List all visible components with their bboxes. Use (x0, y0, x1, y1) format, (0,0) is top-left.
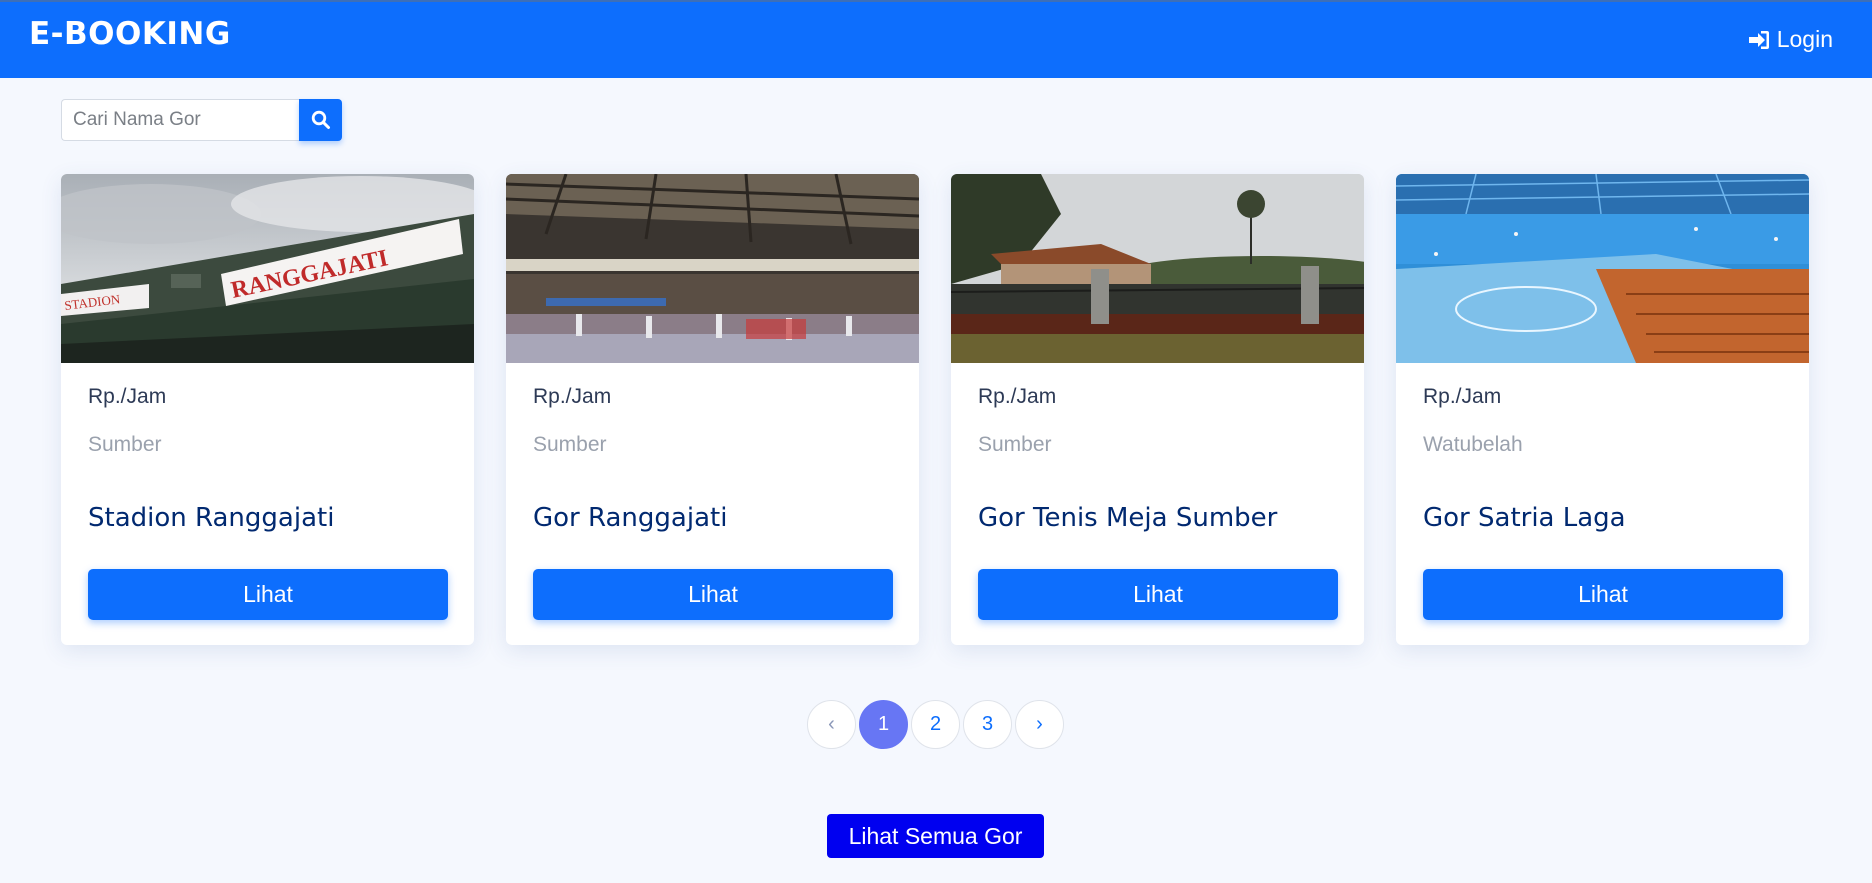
pagination: ‹ 1 2 3 › (807, 700, 1064, 749)
view-button[interactable]: Lihat (978, 569, 1338, 620)
search-form (61, 99, 342, 141)
navbar: E-BOOKING Login (0, 2, 1872, 78)
card-price: Rp./Jam (978, 385, 1057, 408)
card-location: Watubelah (1423, 433, 1523, 456)
card-location: Sumber (533, 433, 607, 456)
gor-card: STADION RANGGAJATI Rp./Jam Sumber Stadio… (61, 174, 474, 645)
view-button[interactable]: Lihat (88, 569, 448, 620)
login-link[interactable]: Login (1747, 26, 1833, 53)
card-title: Gor Ranggajati (533, 503, 728, 533)
gor-image (951, 174, 1364, 363)
search-input[interactable] (61, 99, 299, 141)
view-all-button[interactable]: Lihat Semua Gor (827, 814, 1044, 858)
gor-image (506, 174, 919, 363)
pagination-page-3[interactable]: 3 (963, 700, 1012, 749)
login-label: Login (1776, 26, 1833, 52)
sign-in-icon (1748, 30, 1769, 49)
pagination-next[interactable]: › (1015, 700, 1064, 749)
gor-card: Rp./Jam Sumber Gor Ranggajati Lihat (506, 174, 919, 645)
view-button[interactable]: Lihat (1423, 569, 1783, 620)
gor-card: Rp./Jam Watubelah Gor Satria Laga Lihat (1396, 174, 1809, 645)
gor-image: STADION RANGGAJATI (61, 174, 474, 363)
card-price: Rp./Jam (1423, 385, 1502, 408)
card-title: Gor Satria Laga (1423, 503, 1626, 533)
pagination-prev[interactable]: ‹ (807, 700, 856, 749)
card-location: Sumber (978, 433, 1052, 456)
view-button[interactable]: Lihat (533, 569, 893, 620)
brand-logo[interactable]: E-BOOKING (29, 16, 231, 52)
card-title: Stadion Ranggajati (88, 503, 335, 533)
card-price: Rp./Jam (88, 385, 167, 408)
search-button[interactable] (299, 99, 342, 141)
gor-card: Rp./Jam Sumber Gor Tenis Meja Sumber Lih… (951, 174, 1364, 645)
card-title: Gor Tenis Meja Sumber (978, 503, 1278, 533)
gor-image (1396, 174, 1809, 363)
card-location: Sumber (88, 433, 162, 456)
pagination-page-1[interactable]: 1 (859, 700, 908, 749)
card-price: Rp./Jam (533, 385, 612, 408)
search-icon (311, 110, 330, 129)
pagination-page-2[interactable]: 2 (911, 700, 960, 749)
